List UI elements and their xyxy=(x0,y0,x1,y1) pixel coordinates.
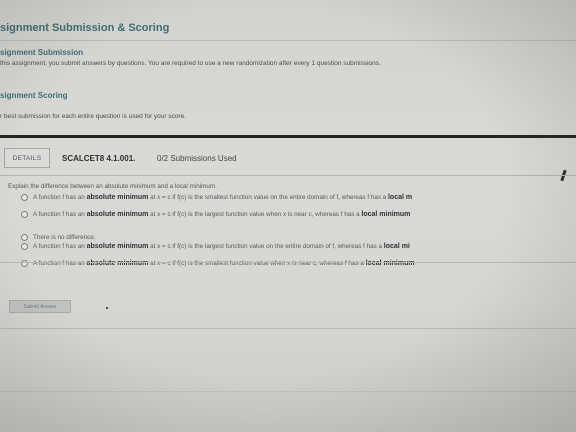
assignment-submission-label: signment Submission xyxy=(0,48,84,57)
radio-button[interactable] xyxy=(21,193,28,201)
option-text: A function f has an xyxy=(33,259,85,267)
option-bold: local m xyxy=(387,193,413,201)
answer-option-5[interactable]: A function f has an absolute minimum at … xyxy=(21,258,415,268)
screen: signment Submission & Scoring signment S… xyxy=(0,0,576,432)
submissions-used: 0/2 Submissions Used xyxy=(157,154,237,163)
divider xyxy=(0,40,576,41)
answer-option-2[interactable]: A function f has an absolute minimum at … xyxy=(21,209,410,219)
radio-button[interactable] xyxy=(21,259,28,267)
option-text: at x = c if f(c) is the largest function… xyxy=(150,210,360,218)
section-title: signment Submission & Scoring xyxy=(0,22,170,34)
answer-option-4[interactable]: A function f has an absolute minimum at … xyxy=(21,241,410,251)
assignment-submission-text: this assignment, you submit answers by q… xyxy=(0,60,381,67)
question-code: SCALCET8 4.1.001. xyxy=(62,154,136,163)
assignment-scoring-text: r best submission for each entire questi… xyxy=(0,113,187,120)
divider xyxy=(0,328,576,329)
divider xyxy=(0,262,576,263)
divider xyxy=(0,175,576,176)
details-button[interactable]: DETAILS xyxy=(4,148,50,168)
option-bold: local minimum xyxy=(361,210,411,218)
option-bold: absolute minimum xyxy=(86,193,149,201)
option-text: at x = c if f(c) is the largest function… xyxy=(150,242,383,250)
option-text: A function f has an xyxy=(33,242,85,250)
submit-answer-button[interactable]: Submit Answer xyxy=(9,300,71,313)
option-text: at x = c if f(c) is the smallest functio… xyxy=(150,193,387,201)
answer-option-1[interactable]: A function f has an absolute minimum at … xyxy=(21,192,412,202)
option-bold: local mi xyxy=(383,242,410,250)
option-text: A function f has an xyxy=(33,193,85,201)
question-prompt: Explain the difference between an absolu… xyxy=(8,183,217,190)
assignment-scoring-label: signment Scoring xyxy=(0,91,68,100)
option-bold: absolute minimum xyxy=(86,210,149,218)
option-bold: absolute minimum xyxy=(86,242,149,250)
option-text: at x = c if f(c) is the smallest functio… xyxy=(150,259,364,267)
question-top-border xyxy=(0,135,576,138)
mouse-cursor xyxy=(106,307,108,309)
radio-button[interactable] xyxy=(21,210,28,218)
radio-button[interactable] xyxy=(21,242,28,250)
divider xyxy=(0,391,576,392)
radio-button[interactable] xyxy=(21,233,28,241)
option-bold: absolute minimum xyxy=(86,259,149,267)
option-bold: local minimum xyxy=(365,259,415,267)
option-text: There is no difference. xyxy=(33,233,96,241)
option-text: A function f has an xyxy=(33,210,85,218)
